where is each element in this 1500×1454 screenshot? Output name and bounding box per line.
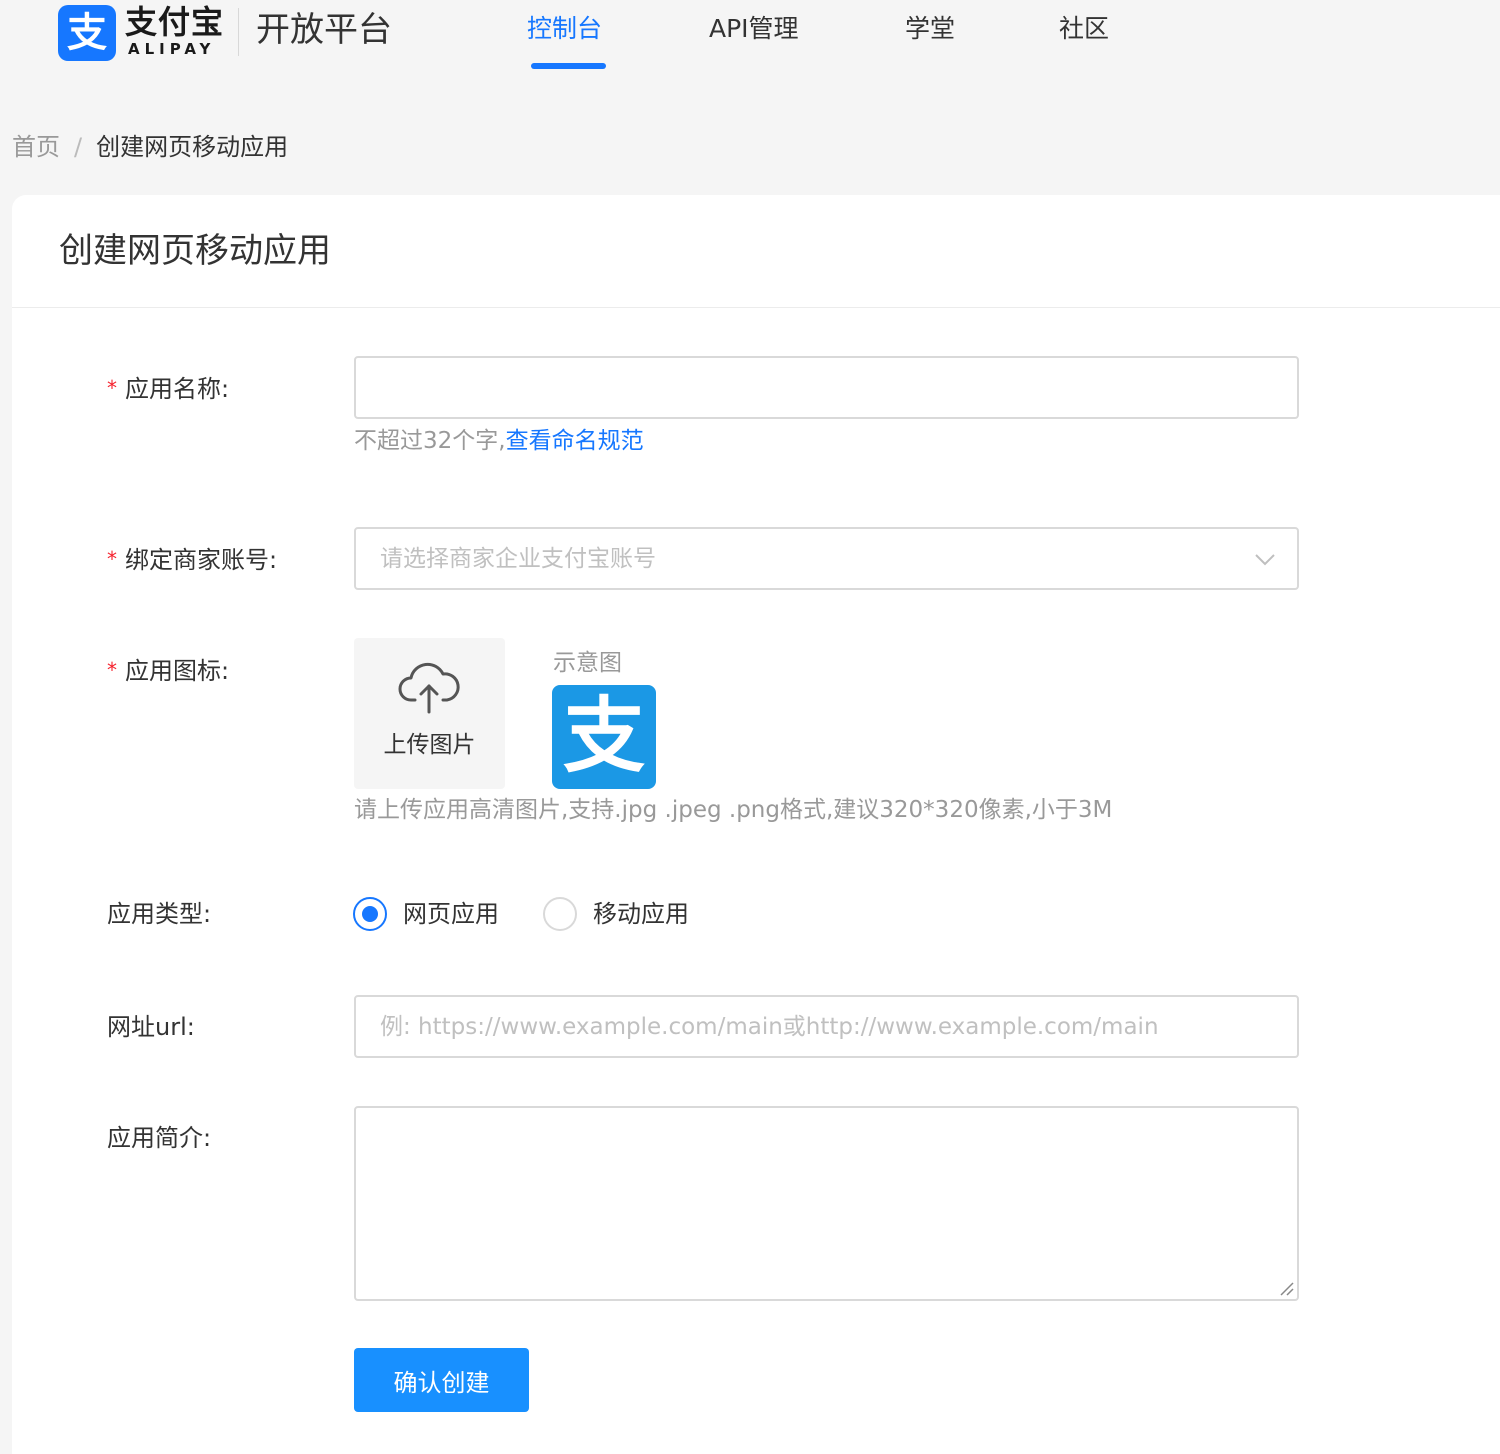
radio-web-app[interactable] — [353, 897, 387, 931]
sample-alipay-icon: 支 — [552, 685, 656, 789]
nav-active-indicator — [531, 63, 606, 69]
nav-academy[interactable]: 学堂 — [905, 12, 955, 46]
alipay-logo-icon[interactable]: 支 — [58, 5, 116, 61]
top-header: 支 支付宝 ALIPAY 开放平台 控制台 API管理 学堂 社区 — [0, 0, 1500, 95]
required-mark: * — [107, 376, 117, 400]
nav-api-management[interactable]: API管理 — [709, 12, 799, 46]
page-title: 创建网页移动应用 — [59, 231, 331, 271]
cloud-upload-icon — [398, 662, 460, 714]
merchant-account-label: * 绑定商家账号: — [107, 546, 278, 574]
logo-english-name[interactable]: ALIPAY — [128, 40, 215, 58]
icon-upload-hint: 请上传应用高清图片,支持.jpg .jpeg .png格式,建议320*320像… — [354, 797, 1113, 823]
url-label: 网址url: — [107, 1013, 195, 1041]
app-icon-label: * 应用图标: — [107, 657, 230, 685]
naming-rules-link[interactable]: 查看命名规范 — [506, 428, 644, 454]
merchant-select-placeholder: 请选择商家企业支付宝账号 — [380, 546, 656, 572]
app-intro-textarea[interactable] — [354, 1106, 1299, 1301]
form-card: 创建网页移动应用 * 应用名称: 不超过32个字,查看命名规范 * 绑定商家账号: … — [12, 195, 1500, 1454]
merchant-account-select[interactable]: 请选择商家企业支付宝账号 — [354, 527, 1299, 590]
breadcrumb-home[interactable]: 首页 — [12, 133, 60, 161]
required-mark: * — [107, 658, 117, 682]
sample-image-label: 示意图 — [553, 650, 622, 676]
logo-divider — [238, 8, 239, 56]
breadcrumb-separator: / — [74, 133, 83, 161]
app-name-hint: 不超过32个字,查看命名规范 — [354, 428, 644, 454]
app-name-input[interactable] — [354, 356, 1299, 419]
nav-community[interactable]: 社区 — [1059, 12, 1109, 46]
required-mark: * — [107, 547, 117, 571]
radio-mobile-app[interactable] — [543, 897, 577, 931]
url-input[interactable] — [354, 995, 1299, 1058]
breadcrumb: 首页 / 创建网页移动应用 — [12, 130, 288, 164]
radio-mobile-app-label[interactable]: 移动应用 — [593, 897, 689, 931]
confirm-create-button[interactable]: 确认创建 — [354, 1348, 529, 1412]
app-name-label: * 应用名称: — [107, 375, 230, 403]
radio-web-app-label[interactable]: 网页应用 — [403, 897, 499, 931]
app-intro-label: 应用简介: — [107, 1124, 212, 1152]
resize-handle-icon[interactable] — [1277, 1279, 1295, 1297]
app-type-label: 应用类型: — [107, 900, 212, 928]
icon-upload-button[interactable]: 上传图片 — [354, 638, 505, 789]
title-divider — [12, 307, 1500, 308]
logo-chinese-name[interactable]: 支付宝 — [125, 4, 224, 40]
upload-text: 上传图片 — [383, 732, 476, 758]
platform-title: 开放平台 — [256, 10, 392, 50]
breadcrumb-current: 创建网页移动应用 — [96, 133, 289, 161]
nav-console[interactable]: 控制台 — [527, 12, 602, 46]
chevron-down-icon — [1255, 554, 1275, 566]
